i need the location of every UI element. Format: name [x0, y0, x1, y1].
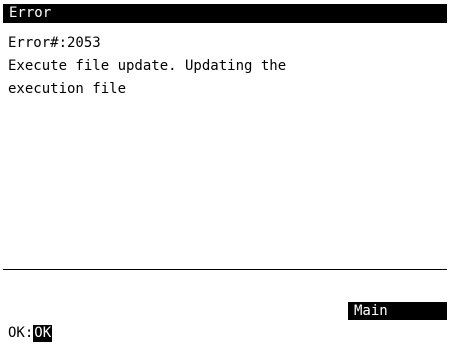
main-softkey-button[interactable]: Main: [348, 302, 447, 320]
error-detail-line-2: execution file: [8, 81, 127, 97]
terminal-screen: [3, 4, 447, 342]
ok-button[interactable]: OK: [33, 325, 53, 342]
ok-key-label: OK:: [8, 325, 34, 341]
error-detail-line-1: Execute file update. Updating the: [8, 58, 287, 74]
window-title: Error: [3, 4, 447, 23]
error-code: Error#:2053: [8, 35, 101, 51]
divider: [3, 269, 447, 270]
key-hint-bar: OK:OK: [8, 325, 53, 342]
